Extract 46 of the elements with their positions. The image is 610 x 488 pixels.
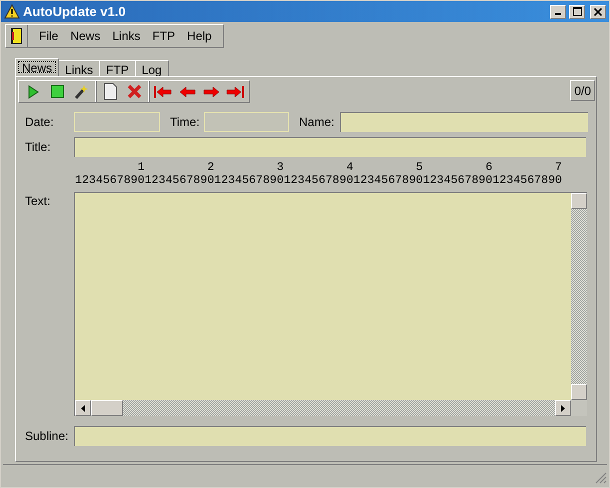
tab[interactable]: FTP (99, 60, 136, 76)
resize-grip-icon (595, 472, 607, 484)
field-label: Name: (299, 114, 336, 131)
left-arrow-icon (81, 404, 85, 412)
field-label: Text: (24, 193, 52, 210)
tab[interactable]: Links (58, 60, 100, 76)
menu-item[interactable]: Help (182, 27, 217, 45)
last-icon (226, 86, 244, 98)
menu-item[interactable]: Links (107, 27, 146, 45)
tab[interactable]: News (15, 58, 60, 76)
window-title: AutoUpdate v1.0 (23, 2, 127, 21)
delete-icon (126, 84, 142, 99)
menu-item[interactable]: FTP (147, 27, 180, 45)
ruler-tens: 1 2 3 4 5 6 7 (136, 161, 562, 174)
door-icon (11, 28, 22, 44)
play-icon (27, 84, 39, 98)
minimize-button[interactable] (550, 4, 566, 18)
field-label: Date: (24, 114, 55, 131)
right-arrow-icon (202, 86, 220, 98)
minimize-icon (555, 13, 561, 15)
field-label: Time: (170, 114, 201, 131)
scrollbar-corner (571, 400, 587, 416)
menu-item[interactable]: File (34, 27, 64, 45)
field-label: Title: (24, 139, 52, 156)
warning-icon (4, 4, 20, 19)
input-field[interactable] (74, 137, 586, 157)
wand-icon (73, 84, 89, 100)
horizontal-scrollbar[interactable] (75, 400, 571, 416)
close-icon (594, 8, 602, 16)
field-label: Subline: (24, 428, 70, 445)
menu-item[interactable]: News (65, 27, 106, 45)
vertical-scrollbar[interactable] (571, 193, 587, 400)
stop-icon (50, 85, 64, 98)
left-arrow-icon (178, 86, 196, 98)
first-icon (154, 86, 172, 98)
close-button[interactable] (590, 4, 606, 18)
input-field[interactable] (340, 112, 588, 132)
page-icon (104, 83, 116, 100)
tab[interactable]: Log (134, 60, 169, 76)
ruler-units: 1234567890123456789012345678901234567890123456789012345678901234567890 (75, 174, 562, 187)
scrollbar-thumb[interactable] (91, 400, 123, 416)
maximize-button[interactable] (569, 4, 585, 18)
input-field[interactable] (74, 426, 586, 446)
record-counter: 0/0 (570, 80, 595, 101)
right-arrow-icon (561, 404, 565, 412)
maximize-icon (572, 7, 582, 16)
